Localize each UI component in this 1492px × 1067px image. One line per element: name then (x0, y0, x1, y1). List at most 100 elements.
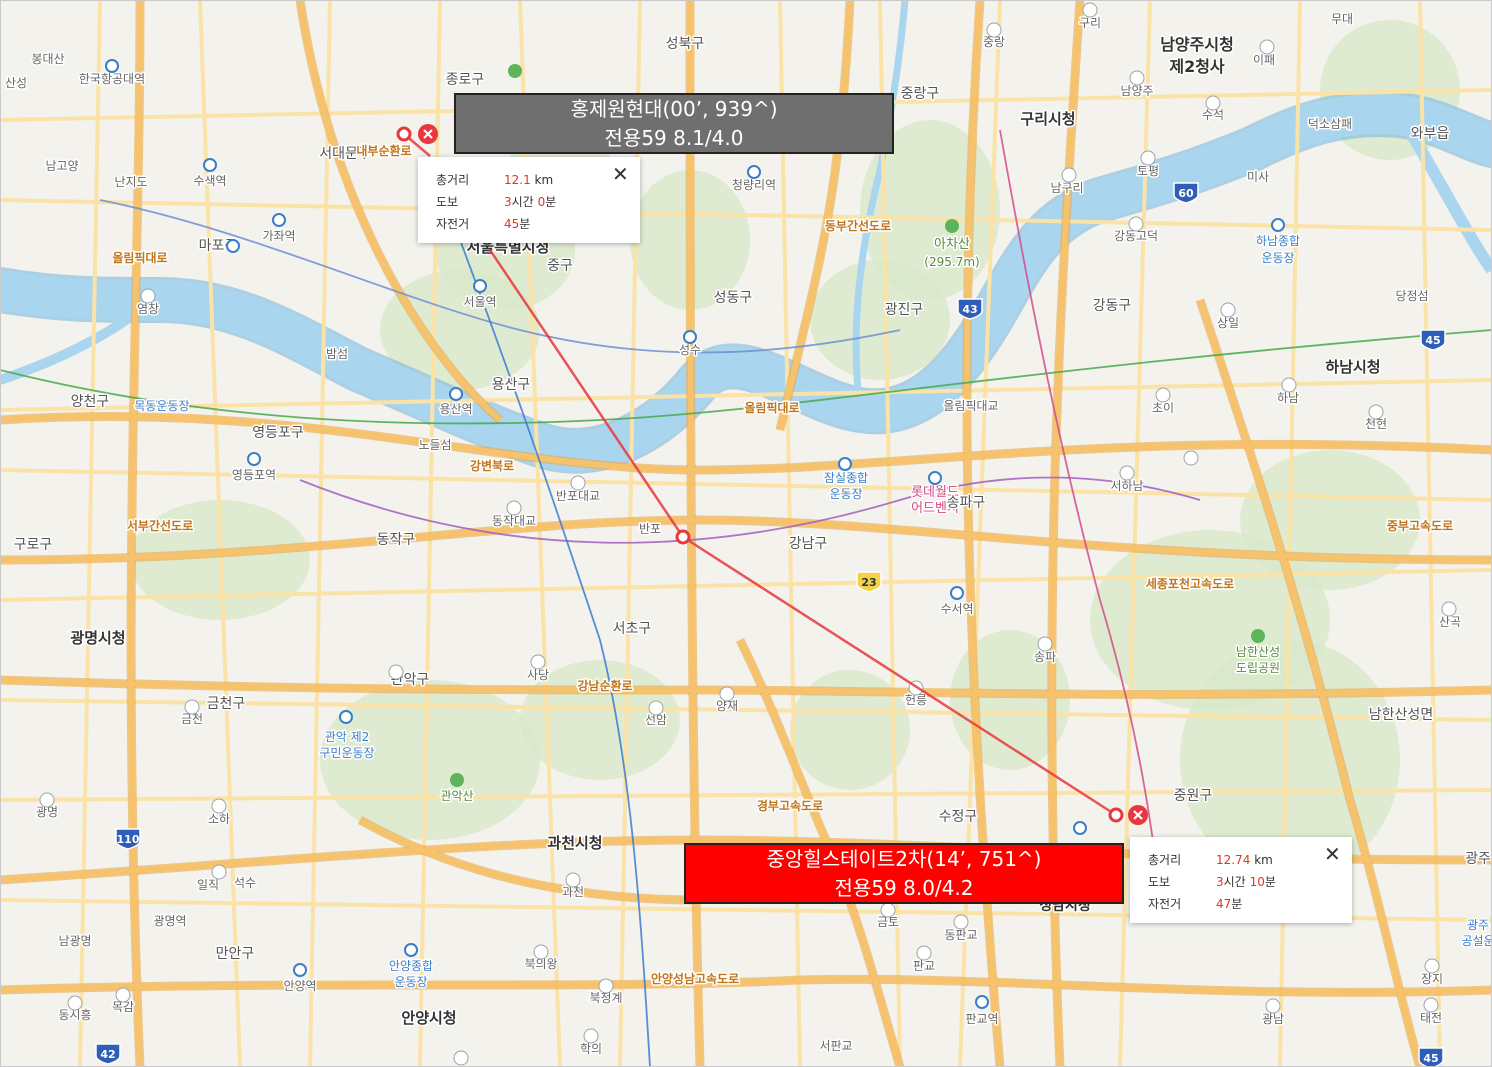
map-label: 하남 (1277, 391, 1299, 405)
map-label: 미사 (1247, 170, 1269, 184)
measure-title-box-1: 홍제원현대(00’, 939^) 전용59 8.1/4.0 (454, 93, 894, 154)
map-label: 수색역 (193, 174, 226, 188)
map-label: 내부순환로 (356, 143, 411, 158)
close-icon[interactable]: ✕ (1324, 844, 1341, 864)
walk-label: 도보 (1148, 875, 1171, 889)
route-number: 23 (861, 576, 876, 589)
walk-hours: 3 (1216, 875, 1224, 889)
ic-marker-icon (880, 902, 896, 918)
station-icon (105, 59, 119, 73)
station-icon (272, 213, 286, 227)
map-label: 관악 제2 (325, 730, 370, 744)
station-icon (975, 995, 989, 1009)
map-label: 동판교 (944, 928, 977, 942)
ic-marker-icon (565, 872, 581, 888)
bike-minutes: 47 (1216, 897, 1232, 911)
map-label: 아차산 (934, 237, 970, 252)
map-label: 동부간선도로 (825, 218, 891, 233)
walk-hours: 3 (504, 195, 512, 209)
map-label: 중랑구 (901, 86, 940, 102)
map-label: 중원구 (1174, 788, 1213, 804)
ic-marker-icon (1128, 216, 1144, 232)
ic-marker-icon (1037, 636, 1053, 652)
map-label: 강동구 (1093, 298, 1132, 314)
ic-marker-icon (583, 1028, 599, 1044)
total-distance-label: 총거리 (436, 173, 470, 187)
map-label: 광명시청 (70, 629, 125, 647)
station-icon (339, 710, 353, 724)
delete-marker-icon[interactable] (1128, 805, 1148, 825)
map-label: 강변북로 (470, 458, 514, 473)
ic-marker-icon (1140, 150, 1156, 166)
map-label: 남한산성 (1236, 645, 1280, 659)
bike-time-row: 자전거 47분 (1148, 895, 1242, 912)
walk-minutes-unit: 분 (545, 195, 557, 209)
map-label: 덕소삼패 (1308, 117, 1352, 131)
ic-marker-icon (1220, 302, 1236, 318)
map-label: 판교역 (965, 1012, 998, 1026)
total-distance-unit: km (1254, 853, 1273, 867)
measure-title-box-2: 중앙힐스테이트2차(14’, 751^) 전용59 8.0/4.2 (684, 843, 1124, 904)
station-icon (683, 330, 697, 344)
delete-marker-icon[interactable] (418, 124, 438, 144)
total-distance-row: 총거리 12.1 km (436, 171, 553, 188)
measure-title-line2: 전용59 8.0/4.2 (834, 876, 974, 900)
total-distance-row: 총거리 12.74 km (1148, 851, 1273, 868)
close-icon[interactable]: ✕ (612, 164, 629, 184)
map-label: 광남 (1262, 1012, 1284, 1026)
map-label: 운동장 (1261, 251, 1294, 265)
walk-label: 도보 (436, 195, 459, 209)
walk-time-row: 도보 3시간 10분 (1148, 873, 1276, 890)
walk-minutes: 10 (1249, 875, 1265, 889)
map-label: 당정섬 (1395, 289, 1428, 303)
map-label: 남고양 (45, 159, 78, 173)
mountain-icon (945, 219, 959, 233)
bike-minutes-unit: 분 (519, 217, 531, 231)
map-label: 올림픽대교 (943, 399, 998, 413)
bike-label: 자전거 (436, 217, 470, 231)
station-icon (747, 165, 761, 179)
map-label: 구로구 (14, 537, 53, 553)
map-label: 도립공원 (1236, 661, 1280, 675)
map-label: 강남순환로 (577, 678, 632, 693)
walk-time-row: 도보 3시간 0분 (436, 193, 556, 210)
map-label: 가좌역 (262, 229, 295, 243)
ic-marker-icon (39, 792, 55, 808)
ic-marker-icon (1259, 39, 1275, 55)
ic-marker-icon (1424, 958, 1440, 974)
ic-marker-icon (1441, 601, 1457, 617)
map-label: 광주 (1467, 918, 1489, 932)
map-label: 남양주 (1120, 84, 1153, 98)
map-viewport[interactable]: 성북구 종로구 서대문구 중랑구 구리시청 남양주시청 제2청사 와부읍 덕소삼패 이패 무대 남구리… (0, 0, 1492, 1067)
station-icon (293, 963, 307, 977)
map-label: 노들섬 (418, 438, 451, 452)
station-icon (226, 239, 240, 253)
station-icon (247, 452, 261, 466)
route-shield-icon: 42 (95, 1043, 121, 1065)
ic-marker-icon (916, 945, 932, 961)
ic-marker-icon (1368, 404, 1384, 420)
map-label: 올림픽대로 (112, 250, 167, 265)
map-label: 서부간선도로 (127, 518, 193, 533)
measure-point-icon (675, 529, 691, 545)
map-label: 올림픽대로 (744, 400, 799, 415)
station-icon (838, 457, 852, 471)
station-icon (404, 943, 418, 957)
map-label: 이패 (1253, 53, 1275, 67)
ic-marker-icon (1183, 450, 1199, 466)
map-label: 광진구 (885, 302, 924, 318)
map-label: 세종포천고속도로 (1146, 576, 1234, 591)
map-label: 만안구 (216, 946, 255, 962)
route-shield-icon: 60 (1173, 182, 1199, 204)
map-label: (295.7m) (924, 255, 979, 269)
ic-marker-icon (1423, 997, 1439, 1013)
station-icon (473, 279, 487, 293)
walk-minutes-unit: 분 (1264, 875, 1276, 889)
map-label: 제2청사 (1169, 57, 1225, 76)
map-label: 잠실종합 (824, 471, 868, 485)
ic-marker-icon (67, 995, 83, 1011)
route-shield-icon: 110 (115, 828, 141, 850)
total-distance-label: 총거리 (1148, 853, 1182, 867)
map-label: 서판교 (819, 1039, 852, 1053)
ic-marker-icon (1129, 70, 1145, 86)
